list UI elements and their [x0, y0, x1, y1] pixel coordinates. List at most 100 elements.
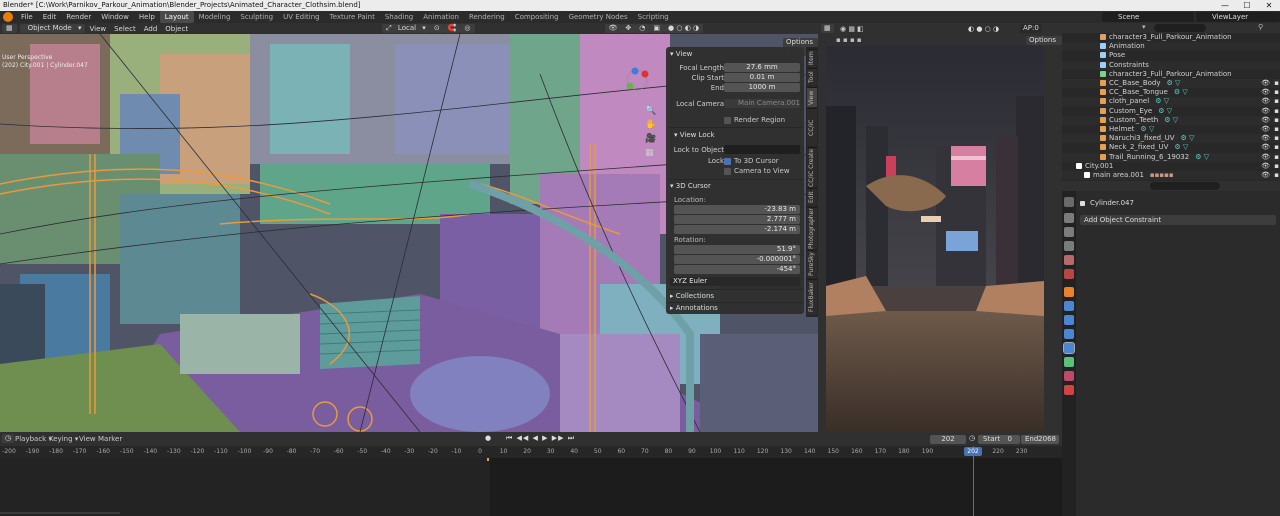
visibility-eye-icon[interactable]: 👁: [1261, 143, 1270, 152]
menu-edit[interactable]: Edit: [38, 11, 62, 23]
rotation-mode-dropdown[interactable]: XYZ Euler: [670, 277, 800, 286]
properties-search-input[interactable]: [1150, 182, 1220, 190]
visibility-eye-icon[interactable]: 👁: [1261, 134, 1270, 143]
tab-modeling[interactable]: Modeling: [194, 11, 236, 23]
view-lock-section-header[interactable]: ▾ View Lock: [674, 130, 715, 140]
physics-tab-icon[interactable]: [1064, 329, 1074, 339]
pan-icon[interactable]: ✋: [645, 118, 656, 132]
outliner[interactable]: ▾ ⚲ character3_Full_Parkour_Animation An…: [1062, 23, 1280, 181]
timeline-editor-type-icon[interactable]: ◷: [2, 434, 15, 443]
zoom-icon[interactable]: 🔍: [645, 104, 656, 118]
tab-texture-paint[interactable]: Texture Paint: [325, 11, 380, 23]
visibility-eye-icon[interactable]: 👁: [1261, 88, 1270, 97]
tab-photographer[interactable]: Photographer: [807, 207, 817, 249]
timeline-menu-keying[interactable]: Keying ▾: [49, 435, 78, 443]
collections-section-header[interactable]: ▸ Collections: [670, 291, 714, 301]
tool-tab-icon[interactable]: [1064, 197, 1074, 207]
cursor-rotation-z[interactable]: -454°: [674, 265, 800, 274]
outliner-row[interactable]: Constraints: [1062, 60, 1280, 70]
cursor-rotation-y[interactable]: -0.000001°: [674, 255, 800, 264]
constraints-tab-icon[interactable]: [1063, 342, 1075, 354]
current-frame-field[interactable]: 202: [930, 435, 966, 444]
tab-uv-editing[interactable]: UV Editing: [278, 11, 325, 23]
outliner-row[interactable]: ▸main area.001▪▪▪▪▪👁▪: [1062, 171, 1280, 181]
outliner-row[interactable]: Helmet ⚙ ▽ 👁 ▪: [1062, 125, 1280, 134]
render-view-tools[interactable]: ◉ ▦ ◧: [840, 25, 864, 33]
local-camera-field[interactable]: Main Camera.001: [724, 99, 800, 108]
rendered-viewport[interactable]: [826, 46, 1044, 432]
view-layer-tab-icon[interactable]: [1064, 241, 1074, 251]
outliner-row[interactable]: Neck_2_fixed_UV ⚙ ▽ 👁 ▪: [1062, 143, 1280, 152]
playhead[interactable]: [973, 446, 974, 516]
world-tab-icon[interactable]: [1064, 269, 1074, 279]
record-button[interactable]: ●: [485, 434, 491, 442]
transform-orientation[interactable]: ⤢ Local ▾: [382, 24, 430, 33]
start-frame-field[interactable]: Start 0: [978, 435, 1020, 444]
tab-geometry-nodes[interactable]: Geometry Nodes: [564, 11, 633, 23]
clock-icon[interactable]: ◷: [969, 434, 975, 442]
timeline-menu-playback[interactable]: Playback ▾: [15, 435, 52, 443]
to-3d-cursor-checkbox[interactable]: To 3D Cursor: [724, 156, 779, 166]
tab-cc-create[interactable]: CC/iC Create: [807, 147, 817, 187]
maximize-button[interactable]: ☐: [1236, 0, 1258, 11]
playhead-frame-label[interactable]: 202: [964, 447, 982, 456]
tab-shading[interactable]: Shading: [380, 11, 418, 23]
outliner-row[interactable]: Trail_Running_6_19032 ⚙ ▽ 👁 ▪: [1062, 152, 1280, 162]
data-tab-icon[interactable]: [1064, 357, 1074, 367]
visibility-eye-icon[interactable]: 👁: [1261, 125, 1270, 134]
outliner-row[interactable]: Animation: [1062, 42, 1280, 52]
tab-cc-pipeline[interactable]: CC/iC Pipeline: [807, 108, 825, 146]
render-options-button[interactable]: Options ▾: [1026, 36, 1062, 53]
tab-fluxbaker[interactable]: FluxBaker: [807, 279, 817, 315]
visibility-eye-icon[interactable]: 👁: [1261, 116, 1270, 125]
gizmo-icon[interactable]: ✥: [621, 24, 636, 33]
view-section-header[interactable]: ▾ View: [670, 49, 692, 59]
outliner-row[interactable]: CC_Base_Tongue ⚙ ▽ 👁 ▪: [1062, 88, 1280, 97]
outliner-row[interactable]: character3_Full_Parkour_Animation: [1062, 33, 1280, 42]
object-tab-icon[interactable]: [1064, 287, 1074, 297]
visibility-eye-icon[interactable]: 👁: [1261, 107, 1270, 116]
render-camera-icon[interactable]: ▪: [1274, 143, 1279, 152]
viewport-menu-select[interactable]: Select: [110, 25, 140, 33]
camera-view-icon[interactable]: 🎥: [645, 132, 656, 146]
timeline-ruler[interactable]: -200 -190 -180 -170 -160 -150 -140 -130 -120 -110…: [0, 446, 1062, 458]
render-camera-icon[interactable]: ▪: [1274, 79, 1279, 88]
editor-type-icon[interactable]: ▦: [2, 24, 17, 33]
minimize-button[interactable]: —: [1214, 0, 1236, 11]
close-button[interactable]: ✕: [1258, 0, 1280, 11]
outliner-filter-icon[interactable]: ⚲: [1258, 23, 1263, 31]
output-tab-icon[interactable]: [1064, 227, 1074, 237]
lock-to-object-field[interactable]: [724, 145, 800, 154]
render-camera-icon[interactable]: ▪: [1274, 134, 1279, 143]
render-camera-icon[interactable]: ▪: [1274, 97, 1279, 106]
visibility-eye-icon[interactable]: 👁: [1261, 171, 1270, 180]
outliner-search-input[interactable]: [1154, 24, 1206, 32]
tab-puresky[interactable]: PureSky: [807, 250, 817, 278]
visibility-eye-icon[interactable]: 👁: [1261, 162, 1270, 171]
timeline-menu-view[interactable]: View: [79, 435, 96, 443]
overlay-icon[interactable]: ◔: [635, 24, 650, 33]
menu-help[interactable]: Help: [134, 11, 160, 23]
mode-selector[interactable]: Object Mode ▾: [19, 24, 86, 33]
playback-controls[interactable]: ⏮ ◀◀ ◀ ▶ ▶▶ ⏭: [506, 434, 575, 443]
viewport-menu-add[interactable]: Add: [140, 25, 162, 33]
tab-animation[interactable]: Animation: [418, 11, 464, 23]
cursor-location-y[interactable]: 2.777 m: [674, 215, 800, 224]
outliner-row[interactable]: ▾City.001👁▪: [1062, 162, 1280, 171]
visibility-icon[interactable]: 👁: [604, 24, 622, 33]
visibility-eye-icon[interactable]: 👁: [1261, 79, 1270, 88]
render-camera-icon[interactable]: ▪: [1274, 116, 1279, 125]
tab-rendering[interactable]: Rendering: [464, 11, 510, 23]
tab-layout[interactable]: Layout: [159, 11, 194, 23]
render-camera-icon[interactable]: ▪: [1274, 153, 1279, 162]
blender-logo-icon[interactable]: [3, 12, 13, 22]
render-camera-icon[interactable]: ▪: [1274, 162, 1279, 171]
cursor-location-z[interactable]: -2.174 m: [674, 225, 800, 234]
viewport-menu-object[interactable]: Object: [161, 25, 192, 33]
scene-tab-icon[interactable]: [1064, 255, 1074, 265]
tab-view[interactable]: View: [807, 87, 817, 107]
modifiers-tab-icon[interactable]: [1064, 301, 1074, 311]
cursor-rotation-x[interactable]: 51.9°: [674, 245, 800, 254]
menu-window[interactable]: Window: [96, 11, 134, 23]
render-editor-type-icon[interactable]: ▦: [821, 24, 834, 33]
